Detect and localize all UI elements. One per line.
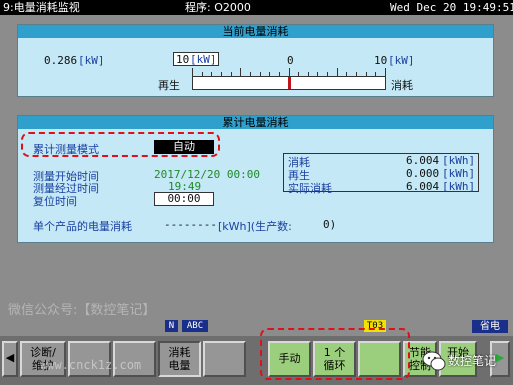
- per-product-label: 单个产品的电量消耗: [33, 220, 132, 233]
- table-row: 再生 0.000 [kWh]: [284, 167, 478, 182]
- n-badge: N: [165, 320, 178, 332]
- current-power-unit: [kW]: [78, 54, 105, 67]
- scale-tick: [192, 68, 193, 76]
- prev-page-button[interactable]: ◀: [2, 341, 18, 377]
- energy-table: 消耗 6.004 [kWh] 再生 0.000 [kWh] 实际消耗 6.004…: [283, 153, 479, 195]
- mode-keys-highlight: [260, 328, 410, 380]
- consume-label: 消耗: [391, 79, 413, 92]
- row-unit: [kWh]: [442, 167, 476, 180]
- clock: Wed Dec 20 19:49:51: [390, 1, 513, 14]
- accumulated-power-header: 累计电量消耗: [18, 116, 493, 129]
- row-unit: [kWh]: [442, 180, 476, 193]
- row-label: 实际消耗: [288, 182, 332, 195]
- per-product-value: --------: [164, 218, 217, 231]
- power-consumption-button[interactable]: 消耗 电量: [158, 341, 201, 377]
- program-number: 程序: O2000: [185, 1, 251, 14]
- title-bar: 9:电量消耗监视 程序: O2000 Wed Dec 20 19:49:51: [0, 0, 513, 15]
- table-row: 实际消耗 6.004 [kWh]: [284, 180, 478, 195]
- current-power-panel: 当前电量消耗 0.286 [kW] 10 [kW] 0 10 [kW] 再生 消…: [17, 24, 494, 97]
- abc-badge: ABC: [182, 320, 208, 332]
- scale-tick: [289, 68, 290, 76]
- scale-tick: [385, 68, 386, 76]
- power-bar-marker: [288, 77, 291, 89]
- per-product-count: 0): [323, 218, 337, 231]
- power-bar: [192, 76, 386, 90]
- scale-right-unit: [kW]: [388, 54, 415, 67]
- scale-left-box: 10 [kW]: [173, 52, 219, 66]
- logo-watermark: 数控笔记: [420, 346, 508, 376]
- scale-left-unit: [kW]: [190, 53, 217, 66]
- reset-time-input[interactable]: 00:00: [154, 192, 214, 206]
- arrow-left-icon: ◀: [5, 351, 15, 364]
- logo-text: 数控笔记: [448, 354, 497, 368]
- row-unit: [kWh]: [442, 154, 476, 167]
- scale-tick: [240, 68, 241, 76]
- screen-title: 9:电量消耗监视: [3, 1, 80, 14]
- wechat-logo-icon: [422, 351, 446, 371]
- watermark-text: 微信公众号:【数控笔记】: [8, 303, 156, 318]
- reset-time-label: 复位时间: [33, 195, 77, 208]
- current-power-header: 当前电量消耗: [18, 25, 493, 38]
- softkey-blank-3[interactable]: [203, 341, 246, 377]
- power-save-badge: 省电: [472, 320, 508, 333]
- current-power-value: 0.286: [44, 54, 78, 67]
- scale-ticks: [192, 67, 386, 76]
- row-value: 0.000: [406, 167, 440, 180]
- scale-tick: [337, 68, 338, 76]
- regen-label: 再生: [158, 79, 180, 92]
- scale-zero: 0: [287, 54, 294, 67]
- row-value: 6.004: [406, 180, 440, 193]
- per-product-unit: [kWh](生产数:: [218, 220, 292, 233]
- scale-left-value: 10: [176, 53, 190, 66]
- mode-highlight: [21, 132, 220, 157]
- scale-right-value: 10: [374, 54, 388, 67]
- row-value: 6.004: [406, 154, 440, 167]
- table-row: 消耗 6.004 [kWh]: [284, 154, 478, 169]
- site-watermark: www.cnck1z.com: [40, 358, 142, 372]
